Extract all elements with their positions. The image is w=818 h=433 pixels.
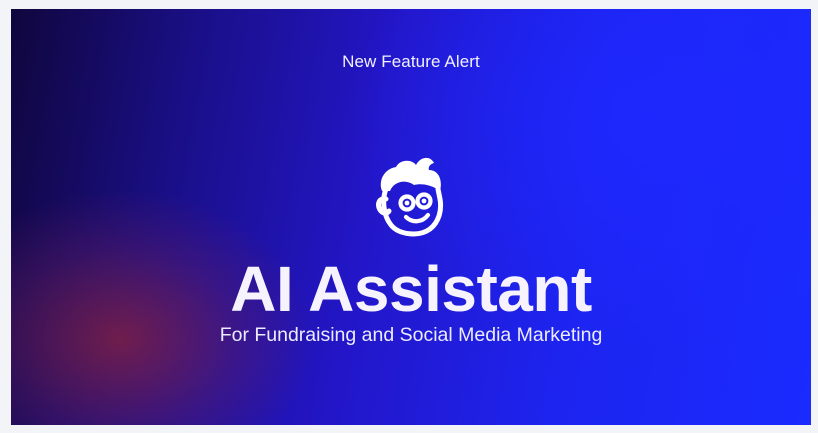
headline: AI Assistant [230, 253, 592, 325]
feature-banner: New Feature Alert AI Assistant For Fundr… [11, 9, 811, 425]
subheadline: For Fundraising and Social Media Marketi… [219, 324, 603, 346]
mascot-face-icon [372, 155, 448, 239]
eyebrow-text: New Feature Alert [342, 52, 480, 71]
